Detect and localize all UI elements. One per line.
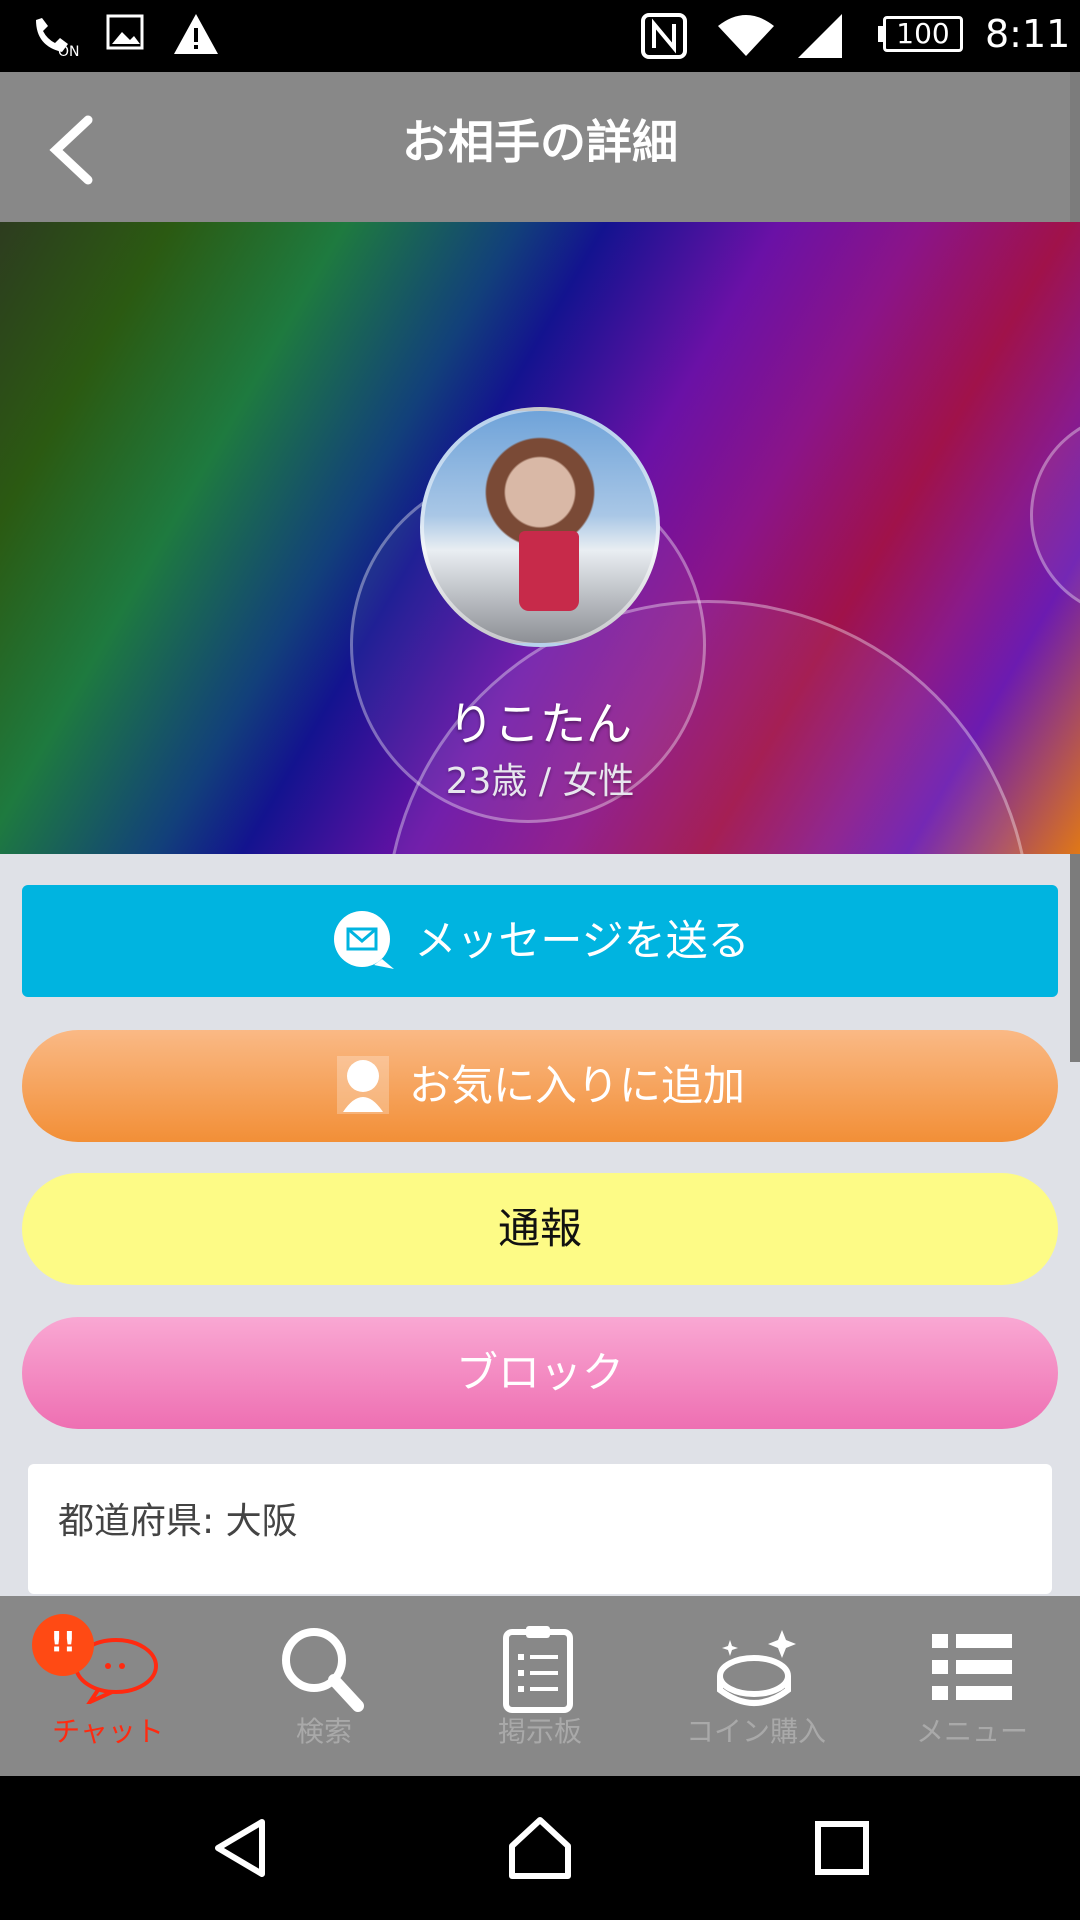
profile-hero: りこたん 23歳 / 女性 [0,222,1080,854]
system-nav-bar [0,1776,1080,1920]
recents-icon[interactable] [812,1816,872,1880]
svg-text:ON: ON [58,44,80,58]
prefecture-text: 都道府県: 大阪 [58,1501,298,1542]
nav-menu-label: メニュー [915,1715,1028,1748]
call-on-icon: ON [36,18,80,58]
avatar-photo-detail [519,531,579,611]
profile-age-gender: 23歳 / 女性 [445,761,635,802]
page-title: お相手の詳細 [402,115,678,169]
warning-icon [174,14,218,54]
profile-name: りこたん [448,697,632,751]
clock: 8:11 [985,12,1071,56]
decorative-bubble [1030,412,1080,618]
battery-icon: 100 [883,16,963,52]
app-header: お相手の詳細 [0,72,1080,222]
nav-coin-label: コイン購入 [685,1715,826,1748]
bottom-nav: !! チャット 検索 掲示板 コイン購入 メニュー [0,1596,1080,1776]
coin-icon [717,1630,796,1706]
avatar[interactable] [420,407,660,647]
nav-board[interactable]: 掲示板 [432,1596,648,1776]
nav-board-label: 掲示板 [497,1715,582,1748]
home-icon[interactable] [508,1816,572,1880]
send-message-button[interactable]: メッセージを送る [22,885,1058,997]
block-button[interactable]: ブロック [22,1317,1058,1429]
nav-menu[interactable]: メニュー [864,1596,1080,1776]
image-icon [106,14,144,50]
search-icon [282,1628,364,1712]
menu-icon [932,1634,1012,1700]
nav-chat-label: チャット [52,1715,164,1748]
send-message-label: メッセージを送る [414,916,750,965]
back-triangle-icon[interactable] [210,1816,270,1880]
clipboard-icon [503,1626,573,1713]
status-bar: ON 100 8:11 [0,0,1080,72]
nav-chat[interactable]: !! チャット [0,1596,216,1776]
chat-badge: !! [32,1614,94,1676]
message-icon [334,910,395,969]
nfc-icon [641,13,687,59]
add-favorite-button[interactable]: お気に入りに追加 [22,1030,1058,1142]
profile-info-card: 都道府県: 大阪 [28,1464,1052,1594]
wifi-icon [718,15,774,56]
add-favorite-label: お気に入りに追加 [408,1061,745,1110]
favorite-person-icon [336,1055,389,1114]
report-button[interactable]: 通報 [22,1173,1058,1285]
nav-search[interactable]: 検索 [216,1596,432,1776]
nav-coin[interactable]: コイン購入 [648,1596,864,1776]
nav-search-label: 検索 [295,1715,352,1748]
signal-icon [798,14,842,58]
